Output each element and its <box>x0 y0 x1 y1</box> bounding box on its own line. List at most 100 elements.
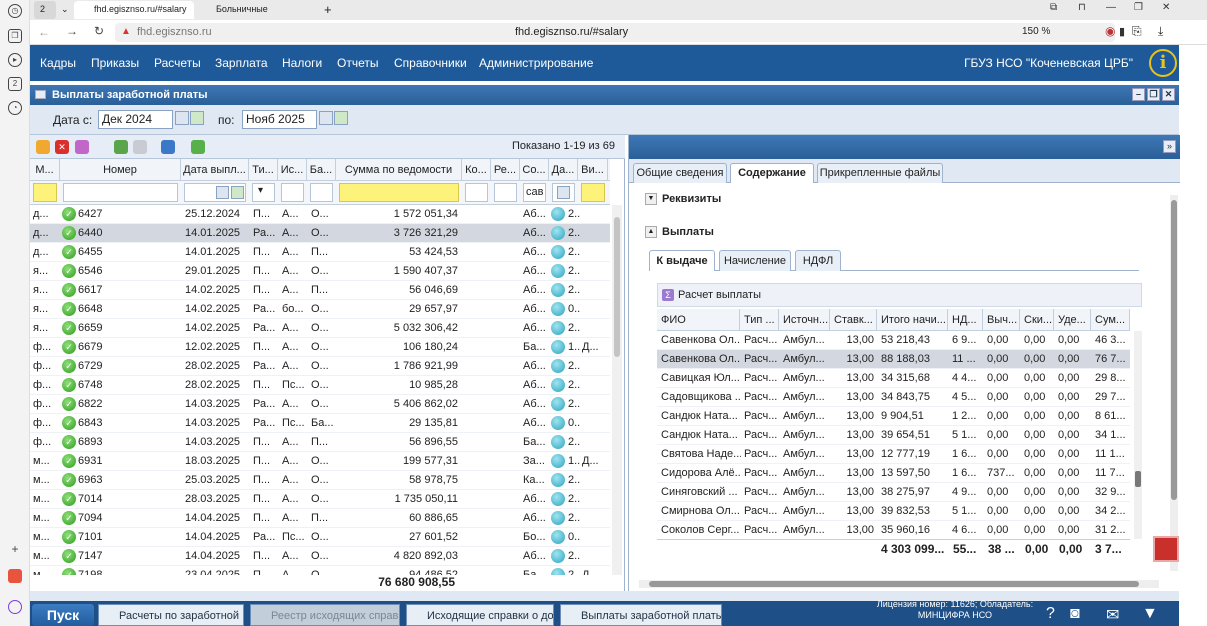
filter-date[interactable] <box>184 183 246 202</box>
info-icon[interactable]: i <box>1149 49 1177 77</box>
task-iskhodyashchie[interactable]: Исходящие справки о до... <box>406 604 554 626</box>
filter-sum[interactable] <box>339 183 459 202</box>
table-row[interactable]: ✓ я... 6546 29.01.2025 П... А... О... 1 590 407… <box>30 262 610 281</box>
chevron-down-icon[interactable]: ▼ <box>1142 605 1158 623</box>
unapprove-icon[interactable] <box>133 140 147 154</box>
chevron-down-icon[interactable]: ▼ <box>645 193 657 205</box>
bookmark-icon[interactable]: ▮ <box>1119 25 1125 38</box>
subtab-k-vydache[interactable]: К выдаче <box>649 250 715 271</box>
table-row[interactable]: ✓ я... 6659 14.02.2025 Ра... А... О... 5 032 30… <box>30 319 610 338</box>
calc-row[interactable]: Святова Наде... Расч... Амбул... 13,00 12 77… <box>657 445 1130 464</box>
col-source[interactable]: Ис... <box>278 159 307 181</box>
calendar-icon[interactable] <box>319 111 333 125</box>
chevron-down-icon[interactable]: ⌄ <box>58 1 72 19</box>
col-fio[interactable]: ФИО <box>657 309 740 331</box>
col-bank[interactable]: Ба... <box>307 159 336 181</box>
filter-da[interactable] <box>552 183 575 202</box>
col-m[interactable]: М... <box>30 159 60 181</box>
tab-general[interactable]: Общие сведения <box>633 163 727 183</box>
help-icon[interactable]: ? <box>1046 605 1055 623</box>
new-tab-button[interactable]: + <box>320 1 340 19</box>
section-vyplaty[interactable]: ▲ Выплаты <box>645 226 714 238</box>
table-row[interactable]: ✓ м... 6963 25.03.2025 П... А... О... 58 978,75… <box>30 471 610 490</box>
nav-admin[interactable]: Администрирование <box>479 56 593 70</box>
pin-icon[interactable]: ⊓ <box>1078 2 1086 13</box>
nav-spravochniki[interactable]: Справочники <box>394 56 467 70</box>
col-vychety[interactable]: Выч... <box>983 309 1020 331</box>
mail-icon[interactable]: ✉ <box>1106 605 1119 625</box>
calc-row[interactable]: Савицкая Юл... Расч... Амбул... 13,00 34 315… <box>657 369 1130 388</box>
restore-icon[interactable]: ❐ <box>1134 2 1143 13</box>
calc-row[interactable]: Садовщикова ... Расч... Амбул... 13,00 34 84… <box>657 388 1130 407</box>
scrollbar-thumb[interactable] <box>649 581 1139 587</box>
calendar-icon[interactable] <box>175 111 189 125</box>
table-row[interactable]: ✓ ф... 6748 28.02.2025 П... Пс... О... 10 985,2… <box>30 376 610 395</box>
actions-icon[interactable] <box>75 140 89 154</box>
subtab-ndfl[interactable]: НДФЛ <box>795 250 841 271</box>
table-row[interactable]: ✓ м... 7101 14.04.2025 Ра... Пс... О... 27 601,… <box>30 528 610 547</box>
col-skidki[interactable]: Ски... <box>1020 309 1054 331</box>
col-ko[interactable]: Ко... <box>462 159 491 181</box>
start-button[interactable]: Пуск <box>32 604 94 626</box>
scrollbar-thumb[interactable] <box>1135 471 1141 487</box>
calendar-icon[interactable] <box>557 186 570 199</box>
apply-date-icon[interactable] <box>334 111 348 125</box>
tab-counter[interactable]: 2 <box>34 1 56 19</box>
table-row[interactable]: ✓ м... 7014 28.03.2025 П... А... О... 1 735 050… <box>30 490 610 509</box>
mail-icon[interactable] <box>8 569 22 583</box>
copy-icon[interactable]: ❐ <box>8 29 22 43</box>
number-two-icon[interactable]: 2 <box>8 77 22 91</box>
details-scrollbar[interactable] <box>1170 195 1178 571</box>
window-minimize-button[interactable]: – <box>1132 88 1145 101</box>
filter-re[interactable] <box>494 183 517 202</box>
calc-row[interactable]: Сандюк Ната... Расч... Амбул... 13,00 9 904,… <box>657 407 1130 426</box>
col-tip[interactable]: Тип ... <box>740 309 779 331</box>
plus-icon[interactable]: + <box>8 543 22 558</box>
table-row[interactable]: ✓ ф... 6679 12.02.2025 П... А... О... 106 180,2… <box>30 338 610 357</box>
col-so[interactable]: Со... <box>520 159 549 181</box>
close-icon[interactable]: ✕ <box>1162 2 1170 13</box>
copy-window-icon[interactable]: ⧉ <box>1050 2 1057 13</box>
nav-kadry[interactable]: Кадры <box>40 56 76 70</box>
collapse-panel-button[interactable]: » <box>1163 140 1176 153</box>
apply-date-icon[interactable] <box>231 186 244 199</box>
nav-prikazy[interactable]: Приказы <box>91 56 139 70</box>
table-row[interactable]: ✓ ф... 6822 14.03.2025 Ра... А... О... 5 406 86… <box>30 395 610 414</box>
calc-row[interactable]: Савенкова Ол... Расч... Амбул... 13,00 88 18… <box>657 350 1130 369</box>
filter-m[interactable] <box>33 183 57 202</box>
filter-source[interactable] <box>281 183 304 202</box>
browser-tab-salary[interactable]: fhd.egisznso.ru/#salary <box>74 1 194 19</box>
filter-bank[interactable] <box>310 183 333 202</box>
zoom-level[interactable]: 150 % <box>1022 26 1050 37</box>
forward-icon[interactable]: → <box>66 24 78 38</box>
camera-icon[interactable]: ◙ <box>1070 605 1080 623</box>
calc-row[interactable]: Сандюк Ната... Расч... Амбул... 13,00 39 654… <box>657 426 1130 445</box>
task-vyplaty[interactable]: Выплаты заработной платы <box>560 604 722 626</box>
nav-otchety[interactable]: Отчеты <box>337 56 378 70</box>
calc-scrollbar[interactable] <box>1134 331 1142 539</box>
table-row[interactable]: ✓ м... 7094 14.04.2025 П... А... П... 60 886,65… <box>30 509 610 528</box>
col-istochnik[interactable]: Источн... <box>779 309 830 331</box>
window-close-button[interactable]: ✕ <box>1162 88 1175 101</box>
nav-zarplata[interactable]: Зарплата <box>215 56 268 70</box>
col-sum[interactable]: Сумма по ведомости <box>336 159 462 181</box>
task-raschety[interactable]: Расчеты по заработной ... <box>98 604 244 626</box>
col-date[interactable]: Дата выпл... <box>181 159 249 181</box>
date-to-input[interactable]: Нояб 2025 <box>242 110 317 129</box>
filter-vi[interactable] <box>581 183 605 202</box>
nav-nalogi[interactable]: Налоги <box>282 56 322 70</box>
details-horizontal-scrollbar[interactable] <box>639 580 1159 588</box>
filter-type-dropdown[interactable]: ▾ <box>252 183 275 202</box>
calc-row[interactable]: Смирнова Ол... Расч... Амбул... 13,00 39 832… <box>657 502 1130 521</box>
history-icon[interactable]: ◷ <box>8 4 22 18</box>
extension-icon[interactable]: ◉ <box>1105 24 1115 38</box>
chevron-up-icon[interactable]: ▲ <box>645 226 657 238</box>
section-rekvizity[interactable]: ▼ Реквизиты <box>645 193 721 205</box>
col-itogo[interactable]: Итого начи... <box>877 309 948 331</box>
col-re[interactable]: Ре... <box>491 159 520 181</box>
table-row[interactable]: ✓ м... 7198 23.04.2025 П... А... О... 94 486,52… <box>30 566 610 575</box>
col-ndfl[interactable]: НД... <box>948 309 983 331</box>
table-row[interactable]: ✓ м... 6931 18.03.2025 П... А... О... 199 577,3… <box>30 452 610 471</box>
play-icon[interactable]: ▸ <box>8 53 22 67</box>
print-icon[interactable] <box>161 140 175 154</box>
